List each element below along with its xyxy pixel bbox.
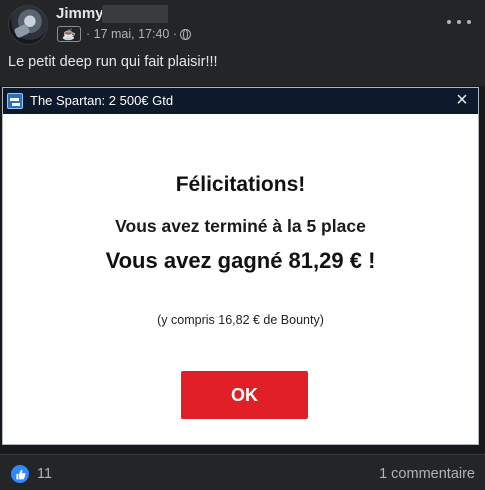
app-logo-icon — [7, 93, 23, 109]
thumbs-up-icon[interactable] — [11, 465, 29, 483]
post-footer: 11 1 commentaire — [0, 454, 485, 490]
avatar[interactable] — [8, 5, 48, 45]
winnings-text: Vous avez gagné 81,29 € ! — [105, 248, 376, 273]
avatar-detail — [13, 23, 31, 39]
ok-button[interactable]: OK — [181, 371, 308, 419]
dialog-titlebar: The Spartan: 2 500€ Gtd × — [3, 88, 478, 114]
more-options-button[interactable] — [447, 12, 471, 32]
congrats-heading: Félicitations! — [175, 173, 306, 196]
post-media[interactable]: The Spartan: 2 500€ Gtd × Félicitations!… — [0, 86, 485, 454]
post-header: Jimmy ☕ · 17 mai, 17:40 · — [0, 0, 485, 50]
dot-icon — [467, 20, 471, 24]
post-meta: · 17 mai, 17:40 · — [86, 27, 192, 41]
dot-icon — [457, 20, 461, 24]
finish-place-text: Vous avez terminé à la 5 place — [115, 216, 366, 236]
post-text: Le petit deep run qui fait plaisir!!! — [8, 54, 218, 70]
result-dialog: The Spartan: 2 500€ Gtd × Félicitations!… — [2, 87, 479, 445]
comment-count-link[interactable]: 1 commentaire — [379, 466, 475, 482]
redacted-name-block — [102, 5, 168, 23]
dot-icon — [447, 20, 451, 24]
coffee-cup-icon: ☕ — [57, 26, 81, 42]
close-icon[interactable]: × — [452, 90, 472, 110]
author-name[interactable]: Jimmy — [56, 5, 104, 22]
post-timestamp[interactable]: · 17 mai, 17:40 · — [86, 27, 177, 41]
dialog-title: The Spartan: 2 500€ Gtd — [30, 93, 174, 108]
like-count[interactable]: 11 — [37, 466, 52, 482]
globe-icon — [180, 28, 192, 40]
bounty-note: (y compris 16,82 € de Bounty) — [157, 313, 324, 327]
